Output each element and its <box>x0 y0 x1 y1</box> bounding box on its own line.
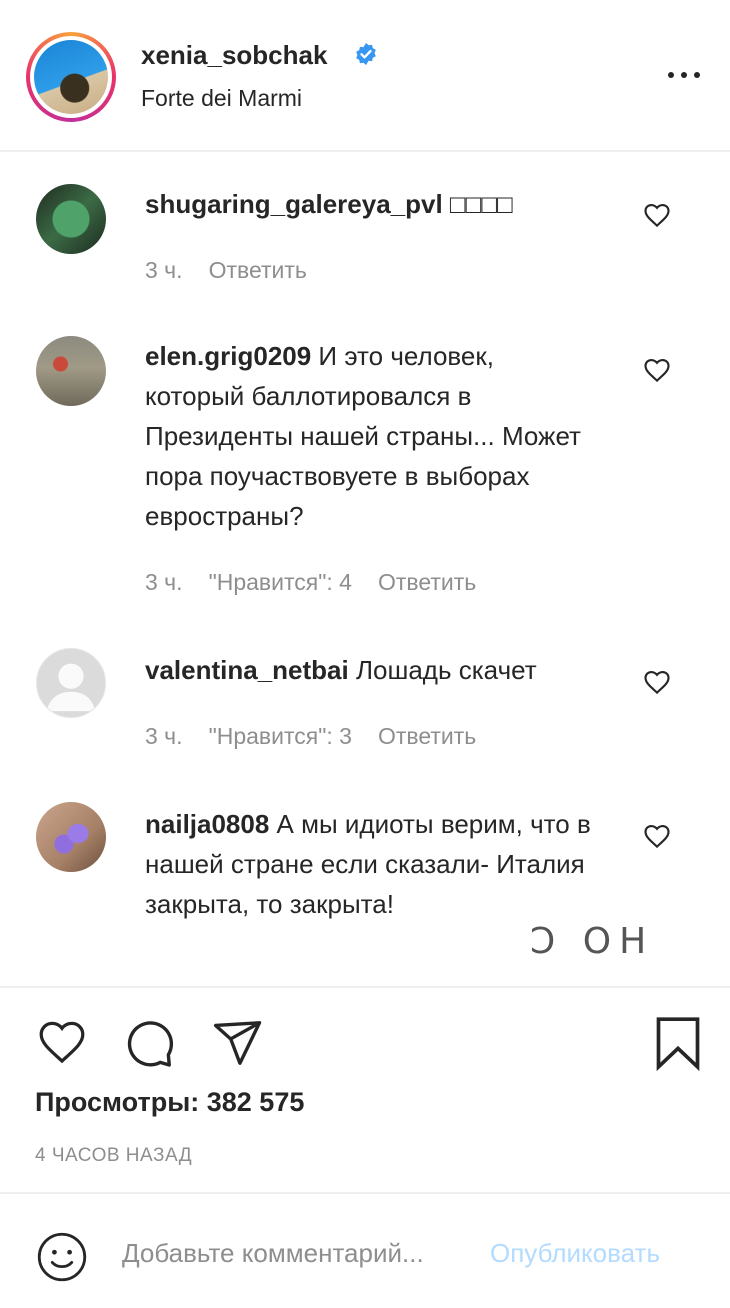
like-heart-icon[interactable] <box>642 355 672 385</box>
overlay-glyphs: Ͻ ОН <box>530 920 655 990</box>
comment-time[interactable]: 3 ч. <box>145 569 183 595</box>
reply-button[interactable]: Ответить <box>378 569 476 595</box>
verified-badge-icon <box>356 43 376 65</box>
post-header: xenia_sobchak Forte dei Marmi <box>0 0 730 152</box>
comment-body: Лошадь скачет <box>348 655 537 685</box>
comment-icon[interactable] <box>120 1016 178 1070</box>
bookmark-save-icon[interactable] <box>652 1014 704 1072</box>
emoji-smiley-icon[interactable] <box>36 1231 88 1283</box>
comment-username[interactable]: nailja0808 <box>145 809 269 839</box>
post-location[interactable]: Forte dei Marmi <box>141 85 302 112</box>
avatar[interactable] <box>36 184 106 254</box>
comment-username[interactable]: valentina_netbai <box>145 655 349 685</box>
post-username[interactable]: xenia_sobchak <box>141 40 327 71</box>
comment-time[interactable]: 3 ч. <box>145 257 183 283</box>
publish-button[interactable]: Опубликовать <box>490 1238 660 1269</box>
reply-button[interactable]: Ответить <box>378 723 476 749</box>
comment-time[interactable]: 3 ч. <box>145 723 183 749</box>
comment-username[interactable]: shugaring_galereya_pvl <box>145 189 443 219</box>
comment-text: elen.grig0209 И это человек, который бал… <box>145 336 595 536</box>
comment-text: valentina_netbai Лошадь скачет <box>145 650 595 690</box>
like-heart-icon[interactable] <box>642 821 672 851</box>
avatar[interactable] <box>34 40 108 114</box>
action-bar <box>0 986 730 1072</box>
like-heart-icon[interactable] <box>34 1016 90 1068</box>
comment-likes[interactable]: "Нравится": 3 <box>209 723 352 749</box>
comment-text: shugaring_galereya_pvl □□□□ <box>145 184 595 224</box>
comment-username[interactable]: elen.grig0209 <box>145 341 311 371</box>
comment-body: □□□□ <box>442 189 513 219</box>
comment-meta: 3 ч. Ответить <box>145 257 333 284</box>
comment-likes[interactable]: "Нравится": 4 <box>209 569 352 595</box>
default-avatar-icon <box>46 663 96 712</box>
like-heart-icon[interactable] <box>642 667 672 697</box>
comment-meta: 3 ч. "Нравится": 3 Ответить <box>145 723 502 750</box>
comment-text: nailja0808 А мы идиоты верим, что в наше… <box>145 804 595 924</box>
post-timestamp[interactable]: 4 ЧАСОВ НАЗАД <box>35 1145 192 1167</box>
comment-input[interactable] <box>122 1238 482 1269</box>
like-heart-icon[interactable] <box>642 200 672 230</box>
more-options-icon[interactable] <box>664 60 704 90</box>
share-send-icon[interactable] <box>208 1016 266 1070</box>
views-count[interactable]: Просмотры: 382 575 <box>35 1087 304 1118</box>
avatar[interactable] <box>36 336 106 406</box>
avatar[interactable] <box>36 802 106 872</box>
avatar[interactable] <box>36 648 106 718</box>
reply-button[interactable]: Ответить <box>209 257 307 283</box>
add-comment-bar: Опубликовать <box>0 1192 730 1308</box>
comment-meta: 3 ч. "Нравится": 4 Ответить <box>145 569 502 596</box>
